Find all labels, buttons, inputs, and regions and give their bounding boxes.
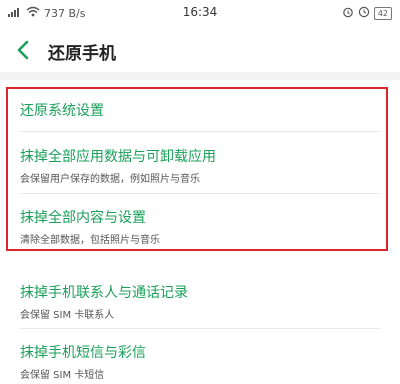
item-label: 抹掉全部应用数据与可卸载应用 bbox=[20, 149, 216, 165]
item-label: 抹掉手机短信与彩信 bbox=[20, 345, 146, 361]
list-item-erase-messages[interactable]: 抹掉手机短信与彩信 会保留 SIM 卡短信 bbox=[20, 342, 380, 381]
clock-icon bbox=[358, 6, 370, 21]
list-item-reset-system-settings[interactable]: 还原系统设置 bbox=[20, 100, 380, 120]
back-button[interactable] bbox=[12, 36, 38, 64]
status-right: 42 bbox=[342, 6, 392, 21]
list-item-erase-all-content[interactable]: 抹掉全部内容与设置 清除全部数据，包括照片与音乐 bbox=[20, 207, 380, 246]
divider bbox=[20, 328, 380, 329]
alarm-icon bbox=[342, 6, 354, 21]
status-time: 16:34 bbox=[182, 5, 218, 19]
divider bbox=[20, 131, 380, 132]
item-description: 会保留 SIM 卡短信 bbox=[20, 370, 105, 381]
chevron-left-icon bbox=[12, 40, 38, 68]
list-item-erase-apps[interactable]: 抹掉全部应用数据与可卸载应用 会保留用户保存的数据，例如照片与音乐 bbox=[20, 146, 380, 185]
page-title: 还原手机 bbox=[48, 44, 116, 64]
divider bbox=[20, 193, 380, 194]
item-description: 会保留用户保存的数据，例如照片与音乐 bbox=[20, 174, 200, 185]
item-label: 还原系统设置 bbox=[20, 103, 104, 119]
list-item-erase-contacts[interactable]: 抹掉手机联系人与通话记录 会保留 SIM 卡联系人 bbox=[20, 282, 380, 321]
item-description: 会保留 SIM 卡联系人 bbox=[20, 310, 115, 321]
item-label: 抹掉全部内容与设置 bbox=[20, 210, 146, 226]
item-description: 清除全部数据，包括照片与音乐 bbox=[20, 235, 160, 246]
item-label: 抹掉手机联系人与通话记录 bbox=[20, 285, 188, 301]
settings-list: 还原系统设置 抹掉全部应用数据与可卸载应用 会保留用户保存的数据，例如照片与音乐… bbox=[0, 80, 400, 384]
battery-indicator: 42 bbox=[373, 7, 392, 20]
app-header: 还原手机 bbox=[0, 28, 400, 72]
status-bar: 737 B/s 16:34 42 bbox=[0, 0, 400, 28]
